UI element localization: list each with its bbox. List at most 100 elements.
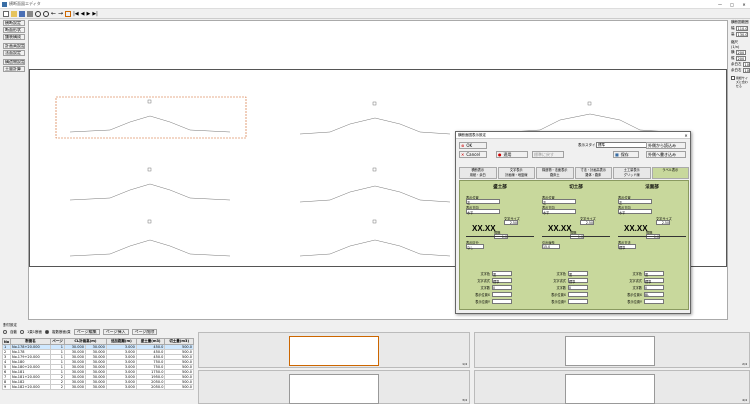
bottom-field-input[interactable]: 標準 [644, 278, 664, 284]
bottom-field-input[interactable]: 0 [644, 285, 664, 290]
save-icon: ■ [615, 152, 619, 157]
col-page[interactable]: ページ [50, 338, 65, 345]
field-input[interactable]: 標準 [618, 244, 636, 250]
bottom-field-input[interactable]: 黒 [644, 271, 664, 277]
tool-button-3[interactable]: 舗装構成 [3, 34, 25, 40]
bottom-field-input[interactable] [568, 292, 588, 297]
height-label: 高 [731, 32, 735, 36]
tool-button-1[interactable]: 横断設定 [3, 20, 25, 26]
bottom-field-input[interactable] [644, 299, 664, 304]
load-external-button[interactable]: 外側から読込み [646, 142, 686, 149]
table-row[interactable]: 9 No.182+20.000 2 30.000 30.000 3.000 2050.0 50… [2, 384, 194, 390]
page-insert-button[interactable]: ページ挿入 [102, 329, 129, 335]
layout-controls: 割付設定 自動 1頁1断面 複数断面/頁 ページ編集 ページ挿入 ページ削除 [3, 323, 195, 337]
dialog-tab[interactable]: 文字表示 計画線・地盤線 [497, 167, 535, 179]
thumb-4[interactable]: 4/4 [474, 370, 750, 404]
bottom-field-input[interactable]: 0 [492, 285, 512, 290]
minimize-button[interactable]: — [714, 2, 726, 7]
last-icon[interactable]: ▶| [92, 11, 98, 17]
field-select[interactable]: 水平 [542, 209, 576, 215]
bottom-field-input[interactable]: 標準 [568, 278, 588, 284]
reset-button[interactable]: 標準に戻す [532, 151, 564, 158]
prev-icon[interactable]: ◀ [81, 11, 85, 17]
bottom-field-input[interactable] [492, 299, 512, 304]
new-icon[interactable] [3, 10, 9, 17]
fit-checkbox[interactable] [731, 76, 735, 80]
thumb-1[interactable]: 1/4 [198, 332, 470, 368]
page-edit-button[interactable]: ページ編集 [73, 329, 100, 335]
thumb-label: 2/4 [742, 362, 747, 366]
scale-row-input[interactable]: 200 [735, 50, 746, 55]
field-input[interactable]: なし [466, 244, 484, 250]
section-3 [509, 101, 671, 133]
bottom-field-input[interactable]: 黒 [492, 271, 512, 277]
thumb-label: 3/4 [462, 398, 467, 402]
thumb-3[interactable]: 3/4 [198, 370, 470, 404]
field-input[interactable]: 2.50 [580, 220, 594, 225]
field-input[interactable]: 15.0 [542, 244, 560, 249]
bottom-field-label: 表示位置Y [551, 300, 566, 304]
sections-table: No 断面名 ページ CL計画高(m) 追加距離(m) 盛土量(m3) 切土量(… [2, 338, 194, 390]
cancel-label: Cancel [466, 152, 480, 157]
write-external-button[interactable]: 外側へ書き込み [646, 151, 686, 158]
apply-button[interactable]: ● 適用 [496, 151, 528, 158]
maximize-button[interactable]: □ [726, 2, 738, 7]
tool-button-2[interactable]: 断面形状 [3, 27, 25, 33]
width-input[interactable]: 110.000 [735, 26, 748, 31]
field-select[interactable]: 左 [618, 199, 652, 205]
tool-button-4[interactable]: 計画高設定 [3, 43, 25, 49]
tool-button-7[interactable]: 土量計算 [3, 66, 25, 72]
tool-button-5[interactable]: 法面設定 [3, 50, 25, 56]
field-input[interactable]: 2.50 [656, 220, 670, 225]
redo-icon[interactable]: → [58, 10, 63, 17]
field-select[interactable]: 水平 [466, 209, 500, 215]
bottom-field-input[interactable]: 標準 [492, 278, 512, 284]
radio-many[interactable] [44, 330, 49, 334]
ok-icon: ⊗ [461, 143, 465, 148]
page-delete-button[interactable]: ページ削除 [131, 329, 158, 335]
cancel-button[interactable]: ✕ Cancel [459, 151, 487, 158]
dialog-tab[interactable]: 寸法・計画高表示 路体・路床 [574, 167, 612, 179]
next-icon[interactable]: ▶ [86, 11, 90, 17]
zoom-out-icon[interactable] [43, 10, 49, 17]
close-button[interactable]: ✕ [738, 2, 750, 7]
open-icon[interactable] [11, 10, 17, 17]
field-select[interactable]: 左 [466, 199, 500, 205]
undo-icon[interactable]: ← [51, 10, 56, 17]
bottom-field-label: 文字数 [480, 286, 490, 290]
tool-button-6[interactable]: 構造物設定 [3, 59, 25, 65]
fit-icon[interactable] [65, 10, 72, 17]
dialog-tab[interactable]: 土工量表示 グリッド線 [613, 167, 651, 179]
scale-row-input[interactable]: 10 [742, 68, 750, 73]
bottom-field-label: 文字数 [632, 286, 642, 290]
dialog-tab[interactable]: 横断表示 用紙・余白 [459, 167, 497, 179]
first-icon[interactable]: |◀ [73, 11, 79, 17]
height-input[interactable]: 130.000 [735, 32, 748, 37]
print-icon[interactable] [27, 10, 33, 17]
scale-row-input[interactable]: 200 [735, 56, 746, 61]
scale-row-label: 余白右 [731, 68, 742, 72]
dialog-close-icon[interactable]: ✕ [682, 133, 690, 138]
bottom-field-input[interactable]: 0 [568, 285, 588, 290]
field-input[interactable]: 2.50 [504, 220, 518, 225]
dialog-tab[interactable]: ラベル表示 [651, 167, 689, 179]
dialog-tab[interactable]: 構造物・法面表示 路床土 [536, 167, 574, 179]
thumb-2[interactable]: 2/4 [474, 332, 750, 368]
field-select[interactable]: 水平 [618, 209, 652, 215]
save-button[interactable]: ■ 保存 [613, 151, 639, 158]
bottom-field-input[interactable]: BL [644, 292, 664, 297]
field-select[interactable]: 左 [542, 199, 576, 205]
ok-button[interactable]: ⊗ OK [459, 142, 487, 149]
save-icon[interactable] [19, 10, 25, 17]
radio-auto[interactable] [3, 330, 7, 334]
bottom-field-input[interactable] [568, 299, 588, 304]
sample-text: XX.XX [624, 224, 648, 233]
scale-row-input[interactable]: 10 [742, 62, 750, 67]
bottom-field-input[interactable]: 黒 [568, 271, 588, 277]
bottom-field-input[interactable] [492, 292, 512, 297]
radio-one[interactable] [20, 330, 24, 334]
scale-row-label: 縦 [731, 56, 735, 60]
zoom-in-icon[interactable] [35, 10, 41, 17]
dialog-tab-label: 路体・路床 [585, 173, 602, 177]
radio-one-label: 1頁1断面 [27, 329, 42, 334]
